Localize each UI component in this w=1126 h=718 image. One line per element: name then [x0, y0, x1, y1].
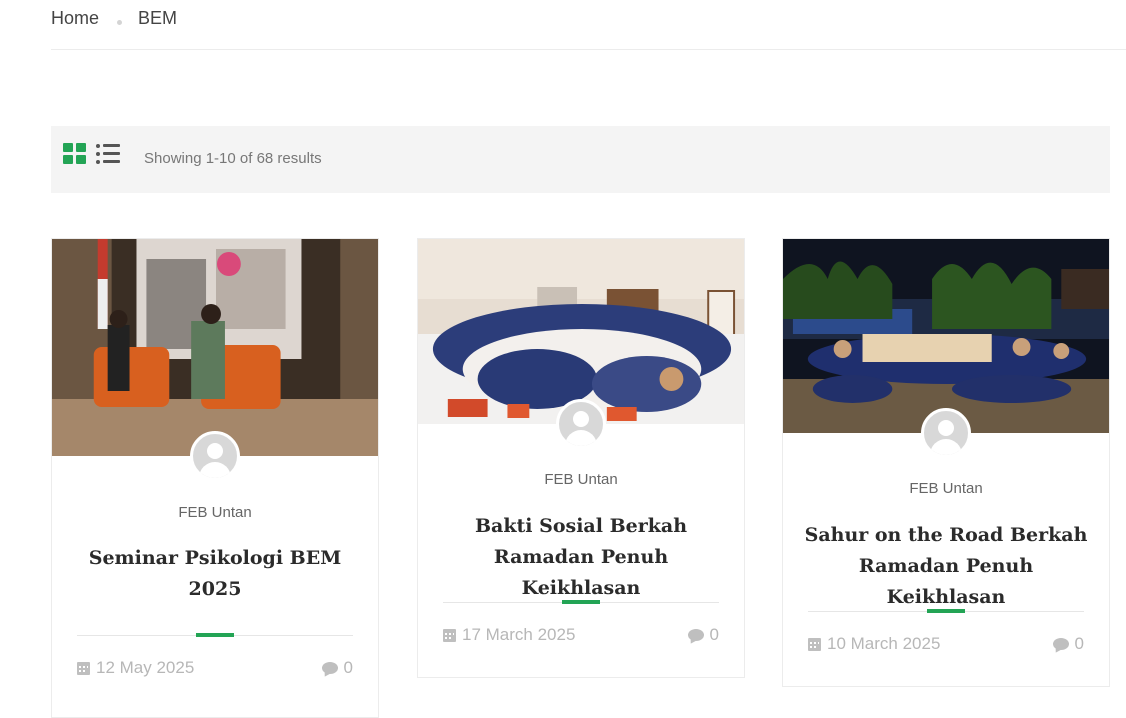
post-title[interactable]: Seminar Psikologi BEM 2025	[72, 543, 358, 605]
results-toolbar: Showing 1-10 of 68 results	[51, 126, 1110, 193]
post-divider	[808, 609, 1084, 613]
breadcrumb-home-link[interactable]: Home	[51, 8, 99, 29]
list-view-icon[interactable]	[96, 143, 120, 165]
post-meta: 10 March 2025 0	[808, 634, 1084, 658]
header-divider	[51, 49, 1126, 50]
comment-icon	[321, 662, 338, 674]
post-thumbnail[interactable]	[783, 239, 1109, 433]
post-comments[interactable]: 0	[321, 658, 353, 678]
post-comments[interactable]: 0	[687, 625, 719, 645]
post-date[interactable]: 10 March 2025	[808, 634, 940, 654]
grid-view-icon[interactable]	[63, 143, 87, 165]
post-comments[interactable]: 0	[1052, 634, 1084, 654]
post-author[interactable]: FEB Untan	[783, 480, 1109, 497]
post-card: FEB Untan Seminar Psikologi BEM 2025 12 …	[51, 238, 379, 718]
post-thumbnail[interactable]	[418, 239, 744, 424]
post-divider	[77, 633, 353, 637]
post-thumbnail[interactable]	[52, 239, 378, 456]
post-date[interactable]: 12 May 2025	[77, 658, 194, 678]
post-card: FEB Untan Sahur on the Road Berkah Ramad…	[782, 238, 1110, 687]
breadcrumb: Home BEM	[51, 6, 177, 30]
author-avatar[interactable]	[190, 431, 240, 481]
author-avatar[interactable]	[556, 399, 606, 449]
comment-icon	[1052, 638, 1069, 650]
post-author[interactable]: FEB Untan	[418, 471, 744, 488]
post-title[interactable]: Sahur on the Road Berkah Ramadan Penuh K…	[803, 520, 1089, 613]
post-card: FEB Untan Bakti Sosial Berkah Ramadan Pe…	[417, 238, 745, 678]
post-meta: 12 May 2025 0	[77, 658, 353, 682]
breadcrumb-separator-dot	[117, 19, 123, 25]
calendar-icon	[77, 661, 90, 675]
author-avatar[interactable]	[921, 408, 971, 458]
comment-icon	[687, 629, 704, 641]
post-divider	[443, 600, 719, 604]
post-title[interactable]: Bakti Sosial Berkah Ramadan Penuh Keikhl…	[438, 511, 724, 604]
breadcrumb-current: BEM	[138, 7, 178, 28]
post-date[interactable]: 17 March 2025	[443, 625, 575, 645]
results-count: Showing 1-10 of 68 results	[144, 150, 322, 167]
calendar-icon	[443, 628, 456, 642]
post-author[interactable]: FEB Untan	[52, 504, 378, 521]
post-meta: 17 March 2025 0	[443, 625, 719, 649]
calendar-icon	[808, 637, 821, 651]
